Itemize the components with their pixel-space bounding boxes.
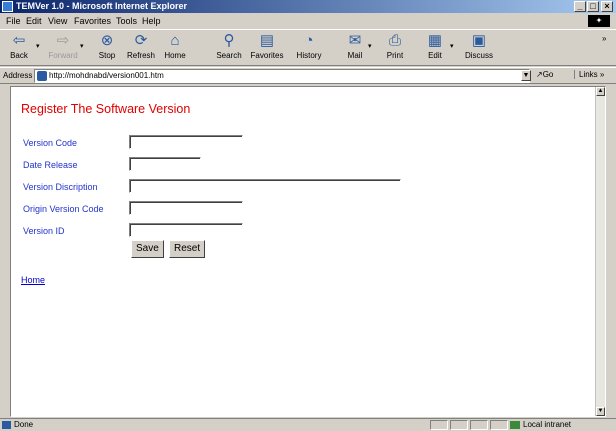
back-arrow-icon: ⇦: [12, 32, 26, 49]
menu-bar: File Edit View Favorites Tools Help ✦: [0, 14, 616, 28]
discuss-icon: ▣: [471, 32, 487, 49]
chevron-down-icon[interactable]: ▾: [368, 42, 372, 50]
edit-label: Edit: [428, 51, 442, 60]
page-done-icon: [2, 421, 11, 429]
date-release-input[interactable]: [129, 157, 201, 171]
forward-arrow-icon: ⇨: [56, 32, 70, 49]
print-label: Print: [386, 51, 404, 60]
menu-tools[interactable]: Tools: [116, 14, 137, 28]
address-label: Address: [3, 71, 33, 80]
edit-button[interactable]: ▦ Edit: [418, 31, 452, 65]
refresh-label: Refresh: [126, 51, 155, 60]
version-code-label: Version Code: [23, 138, 78, 148]
status-pane: [450, 420, 468, 430]
version-description-label: Version Discription: [23, 182, 98, 192]
windows-logo-icon: ✦: [588, 15, 610, 27]
origin-version-code-input[interactable]: [129, 201, 243, 215]
security-zone: Local intranet: [523, 420, 572, 429]
status-pane: [490, 420, 508, 430]
back-button[interactable]: ⇦ Back: [2, 31, 36, 65]
status-pane: [430, 420, 448, 430]
print-button[interactable]: ⎙ Print: [378, 31, 412, 65]
ie-app-icon: [2, 1, 13, 12]
mail-label: Mail: [347, 51, 363, 60]
chevron-down-icon[interactable]: ▾: [80, 42, 84, 50]
origin-version-code-label: Origin Version Code: [23, 204, 104, 214]
window-title: TEMVer 1.0 - Microsoft Internet Explorer: [16, 1, 188, 11]
status-bar: Done Local intranet: [0, 418, 616, 430]
history-label: History: [296, 51, 322, 60]
scroll-down-icon[interactable]: ▼: [596, 407, 605, 416]
search-button[interactable]: ⚲ Search: [212, 31, 246, 65]
menu-edit[interactable]: Edit: [26, 14, 42, 28]
version-id-input[interactable]: [129, 223, 243, 237]
maximize-icon[interactable]: □: [587, 1, 599, 12]
discuss-button[interactable]: ▣ Discuss: [462, 31, 496, 65]
menu-view[interactable]: View: [48, 14, 67, 28]
mail-icon: ✉: [348, 32, 362, 49]
refresh-icon: ⟳: [134, 32, 148, 49]
refresh-button[interactable]: ⟳ Refresh: [124, 31, 158, 65]
vertical-scrollbar[interactable]: ▲ ▼: [595, 87, 605, 416]
browser-window: TEMVer 1.0 - Microsoft Internet Explorer…: [0, 0, 616, 430]
chevron-down-icon[interactable]: ▾: [450, 42, 454, 50]
date-release-label: Date Release: [23, 160, 78, 170]
search-label: Search: [216, 51, 242, 60]
favorites-button[interactable]: ▤ Favorites: [250, 31, 284, 65]
go-arrow-icon: ↗: [536, 70, 543, 79]
favorites-icon: ▤: [259, 32, 275, 49]
mail-button[interactable]: ✉ Mail: [338, 31, 372, 65]
save-button[interactable]: Save: [131, 240, 164, 258]
version-code-input[interactable]: [129, 135, 243, 149]
close-icon[interactable]: ×: [601, 1, 613, 12]
stop-button[interactable]: ⊗ Stop: [90, 31, 124, 65]
menu-help[interactable]: Help: [142, 14, 161, 28]
menu-file[interactable]: File: [6, 14, 21, 28]
links-button[interactable]: Links »: [574, 70, 604, 79]
home-icon: ⌂: [170, 32, 180, 49]
page-title: Register The Software Version: [21, 102, 191, 116]
title-bar: TEMVer 1.0 - Microsoft Internet Explorer…: [0, 0, 616, 13]
back-label: Back: [10, 51, 28, 60]
scroll-up-icon[interactable]: ▲: [596, 87, 605, 96]
address-bar: Address http://mohdnabd/version001.htm ▼…: [0, 67, 616, 84]
stop-icon: ⊗: [100, 32, 114, 49]
history-button[interactable]: ◔ History: [292, 31, 326, 65]
version-id-label: Version ID: [23, 226, 65, 236]
discuss-label: Discuss: [464, 51, 493, 60]
stop-label: Stop: [98, 51, 116, 60]
intranet-zone-icon: [510, 421, 520, 429]
edit-icon: ▦: [427, 32, 443, 49]
home-button[interactable]: ⌂ Home: [158, 31, 192, 65]
links-label: Links: [579, 70, 598, 79]
print-icon: ⎙: [388, 32, 401, 49]
search-icon: ⚲: [223, 32, 235, 49]
toolbar: ⇦ Back ▾ ⇨ Forward ▾ ⊗ Stop ⟳ Refresh ⌂ …: [0, 29, 616, 66]
page-content: Register The Software Version Version Co…: [10, 86, 606, 417]
address-url: http://mohdnabd/version001.htm: [49, 71, 164, 80]
go-label: Go: [542, 70, 554, 79]
home-link[interactable]: Home: [21, 275, 45, 285]
forward-button[interactable]: ⇨ Forward: [46, 31, 80, 65]
minimize-icon[interactable]: _: [574, 1, 586, 12]
menu-favorites[interactable]: Favorites: [74, 14, 111, 28]
chevron-down-icon[interactable]: ▾: [36, 42, 40, 50]
history-icon: ◔: [304, 32, 314, 49]
toolbar-overflow-icon[interactable]: »: [602, 34, 606, 43]
favorites-label: Favorites: [250, 51, 284, 60]
chevron-down-icon[interactable]: ▼: [521, 70, 531, 81]
status-text: Done: [14, 420, 34, 429]
reset-button[interactable]: Reset: [169, 240, 206, 258]
version-description-input[interactable]: [129, 179, 401, 193]
go-button[interactable]: ↗Go: [536, 70, 553, 79]
home-label: Home: [164, 51, 186, 60]
forward-label: Forward: [48, 51, 78, 60]
page-icon: [37, 71, 47, 81]
address-input[interactable]: http://mohdnabd/version001.htm: [34, 69, 530, 83]
status-pane: [470, 420, 488, 430]
